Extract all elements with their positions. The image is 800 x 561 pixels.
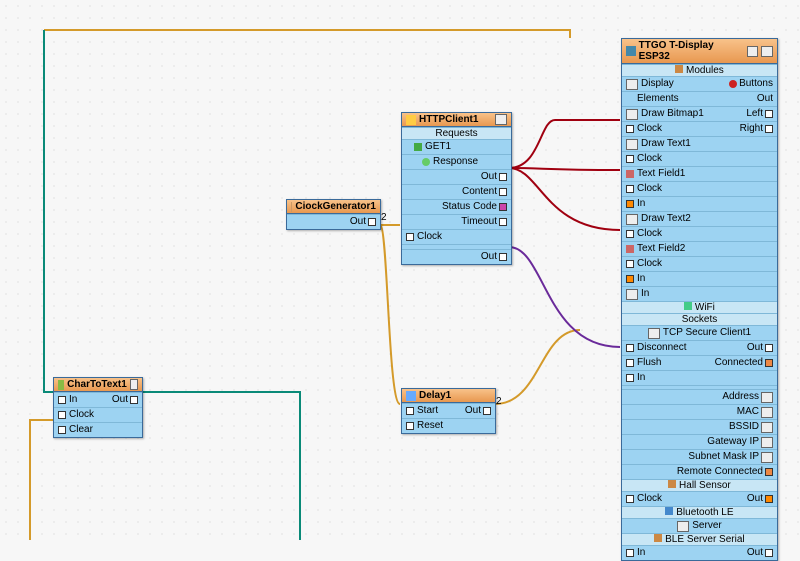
node-title: CharToText1 <box>54 378 142 392</box>
section-hall: Hall Sensor <box>622 479 777 491</box>
port-clock[interactable]: ClockOut <box>622 491 777 506</box>
port-clock[interactable]: Clock <box>54 407 142 422</box>
port-clock[interactable]: Clock <box>622 181 777 196</box>
node-title: Delay1 <box>402 389 495 403</box>
node-delay[interactable]: Delay1 StartOut Reset <box>401 388 496 434</box>
port-start[interactable]: StartOut <box>402 403 495 418</box>
row-response: Response <box>402 154 511 169</box>
port-flush[interactable]: FlushConnected <box>622 355 777 370</box>
port-content[interactable] <box>499 188 507 196</box>
section-wifi: WiFi <box>622 301 777 313</box>
port-disconnect[interactable]: DisconnectOut <box>622 340 777 355</box>
row-get1: GET1 <box>402 139 511 154</box>
port-clock[interactable]: Clock <box>622 151 777 166</box>
port-in[interactable]: In <box>622 196 777 211</box>
section-modules: Modules <box>622 64 777 76</box>
port-outb[interactable] <box>499 253 507 261</box>
node-title: HTTPClient1 <box>402 113 511 127</box>
port-in[interactable]: InOut <box>622 545 777 560</box>
section-sockets: Sockets <box>622 313 777 325</box>
port-clock[interactable]: Clock <box>622 256 777 271</box>
port-in[interactable]: InOut <box>54 392 142 407</box>
port-timeout[interactable] <box>499 218 507 226</box>
port-out[interactable] <box>499 173 507 181</box>
node-clockgen[interactable]: CiockGenerator1 Out <box>286 199 381 230</box>
port-clear[interactable]: Clear <box>54 422 142 437</box>
node-httpclient[interactable]: HTTPClient1 Requests GET1 Response Out C… <box>401 112 512 265</box>
node-chartotext[interactable]: CharToText1 InOut Clock Clear <box>53 377 143 438</box>
section-ble: Bluetooth LE <box>622 506 777 518</box>
port-reset[interactable]: Reset <box>402 418 495 433</box>
node-esp32[interactable]: TTGO T-Display ESP32 Modules DisplayButt… <box>621 38 778 561</box>
port-status[interactable] <box>499 203 507 211</box>
port-in[interactable]: In <box>622 370 777 385</box>
node-title: TTGO T-Display ESP32 <box>622 39 777 64</box>
section-requests: Requests <box>402 127 511 139</box>
port-in[interactable]: In <box>622 286 777 301</box>
port-clock[interactable]: Clock <box>622 226 777 241</box>
section-bleser: BLE Server Serial <box>622 533 777 545</box>
port-clock[interactable]: ClockRight <box>622 121 777 136</box>
port-out[interactable] <box>368 218 376 226</box>
node-title: CiockGenerator1 <box>287 200 380 214</box>
port-in[interactable]: In <box>622 271 777 286</box>
port-clock[interactable]: Clock <box>402 229 511 244</box>
